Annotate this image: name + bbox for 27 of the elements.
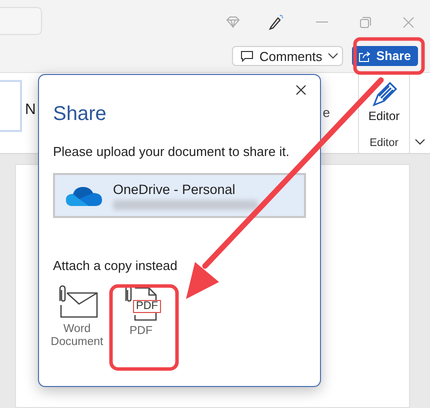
- comments-button[interactable]: Comments: [232, 46, 344, 66]
- group-label: Editor: [370, 137, 398, 149]
- ribbon-label: N: [25, 101, 36, 118]
- pen-icon: [370, 81, 398, 107]
- restore-icon[interactable]: [360, 16, 371, 28]
- comment-icon: [241, 50, 254, 62]
- highlight-frame: [353, 37, 425, 75]
- style-preview[interactable]: [0, 80, 22, 132]
- dialog-title: Share: [53, 103, 106, 126]
- editor-button[interactable]: Editor: [368, 81, 400, 123]
- pen-icon[interactable]: [268, 14, 284, 30]
- search-field[interactable]: [0, 7, 42, 35]
- ribbon-label: e: [322, 105, 330, 120]
- attach-option[interactable]: PDF PDF: [113, 285, 169, 349]
- diamond-icon[interactable]: [226, 16, 240, 28]
- chevron-down-icon[interactable]: [415, 139, 425, 145]
- cloud-icon: [65, 184, 103, 206]
- close-icon[interactable]: [296, 85, 306, 95]
- share-icon: [359, 50, 372, 62]
- share-button[interactable]: Share: [352, 46, 418, 66]
- attach-option[interactable]: Word Document: [49, 285, 105, 349]
- dialog-message: Please upload your document to share it.: [53, 144, 290, 159]
- minimize-icon[interactable]: [316, 21, 328, 23]
- chevron-down-icon: [328, 53, 338, 59]
- section-heading: Attach a copy instead: [53, 258, 178, 273]
- location-name: OneDrive - Personal: [113, 182, 236, 196]
- location-item[interactable]: OneDrive - Personal: [53, 173, 306, 218]
